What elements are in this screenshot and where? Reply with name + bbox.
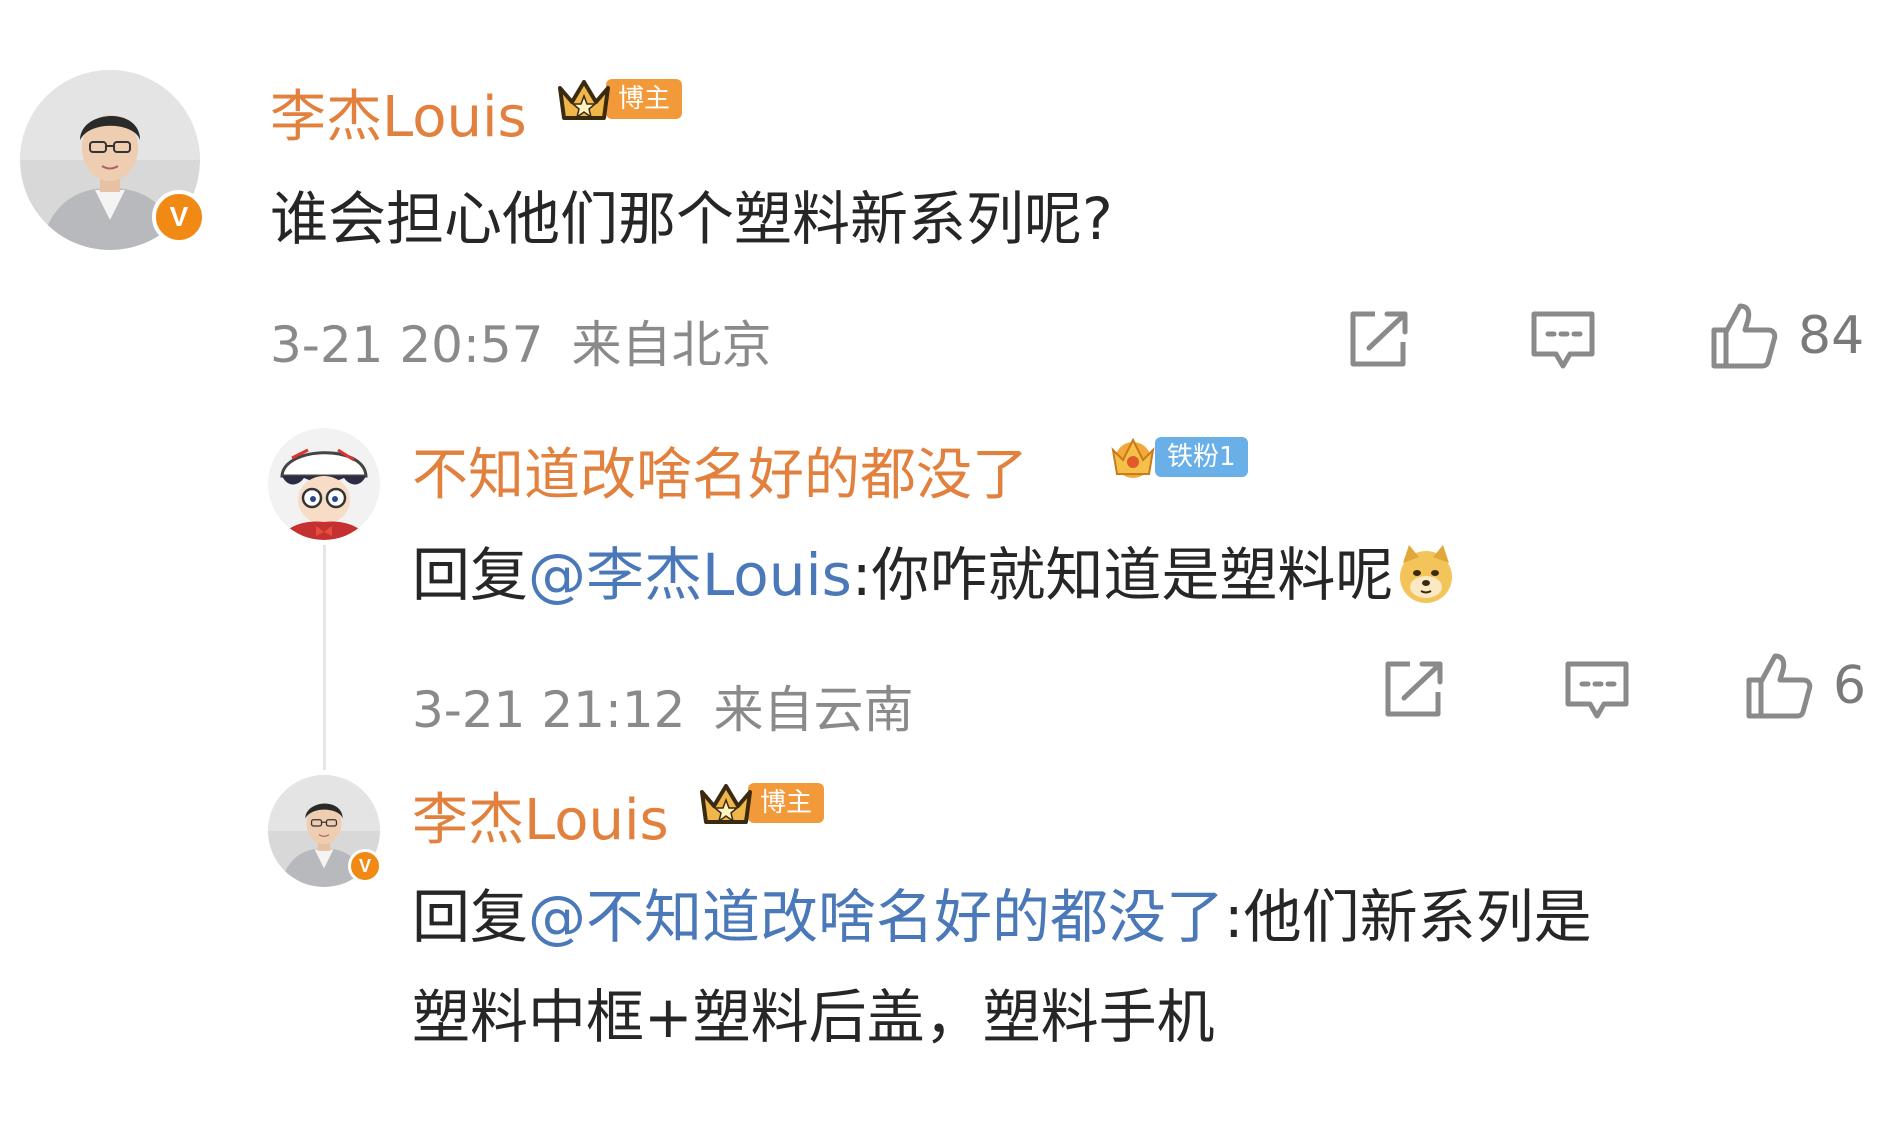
reply-meta: 3-21 21:12 来自云南 (412, 670, 913, 742)
reply-text: 回复@不知道改啥名好的都没了:他们新系列是 (412, 870, 1592, 954)
fan-badge: 铁粉1 (1105, 432, 1248, 482)
share-icon (1350, 311, 1408, 367)
reply-body: :你咋就知道是塑料呢 (851, 541, 1394, 609)
thumbs-up-icon (1711, 303, 1778, 369)
reply-text: 回复@李杰Louis:你咋就知道是塑料呢 (412, 528, 1459, 612)
like-count: 84 (1798, 306, 1865, 366)
timestamp: 3-21 21:12 (412, 681, 686, 739)
comment-icon (1565, 661, 1629, 719)
share-button[interactable] (1380, 658, 1450, 720)
username[interactable]: 李杰Louis (270, 72, 527, 153)
verified-v-icon: V (152, 190, 206, 244)
share-icon (1385, 661, 1443, 717)
verified-v-icon: V (348, 849, 382, 883)
location: 来自云南 (713, 681, 914, 739)
mention-link[interactable]: @不知道改啥名好的都没了 (528, 883, 1224, 951)
thread-line (323, 545, 326, 770)
timestamp: 3-21 20:57 (270, 316, 544, 374)
like-button[interactable]: 6 (1743, 650, 1866, 722)
like-button[interactable]: 84 (1708, 300, 1864, 372)
reply-text-continued: 塑料中框+塑料后盖，塑料手机 (412, 983, 1215, 1051)
comment-button[interactable] (1562, 658, 1632, 724)
reply-prefix: 回复 (412, 883, 529, 951)
host-tag: 博主 (748, 783, 825, 823)
fan-tag: 铁粉1 (1155, 437, 1248, 477)
comment-button[interactable] (1528, 308, 1598, 374)
username[interactable]: 李杰Louis (412, 775, 669, 856)
location: 来自北京 (571, 316, 772, 374)
host-tag: 博主 (606, 79, 683, 119)
username[interactable]: 不知道改啥名好的都没了 (412, 430, 1028, 511)
crown-icon (1105, 432, 1161, 482)
share-button[interactable] (1345, 308, 1415, 370)
like-count: 6 (1833, 656, 1867, 716)
crown-icon (698, 778, 754, 828)
host-badge: 博主 (556, 74, 683, 124)
mention-link[interactable]: @李杰Louis (528, 541, 852, 609)
comment-meta: 3-21 20:57 来自北京 (270, 305, 771, 377)
reply-body: :他们新系列是 (1224, 883, 1592, 951)
thumbs-up-icon (1746, 653, 1813, 719)
doge-emoji (1400, 545, 1453, 603)
crown-icon (556, 74, 612, 124)
host-badge: 博主 (698, 778, 825, 828)
avatar-photo (268, 428, 380, 540)
reply-prefix: 回复 (412, 541, 529, 609)
avatar[interactable]: V (20, 70, 206, 250)
avatar[interactable]: V (268, 775, 382, 887)
comment-text: 谁会担心他们那个塑料新系列呢? (270, 185, 1113, 253)
avatar[interactable] (268, 428, 380, 540)
comment-icon (1531, 311, 1595, 369)
